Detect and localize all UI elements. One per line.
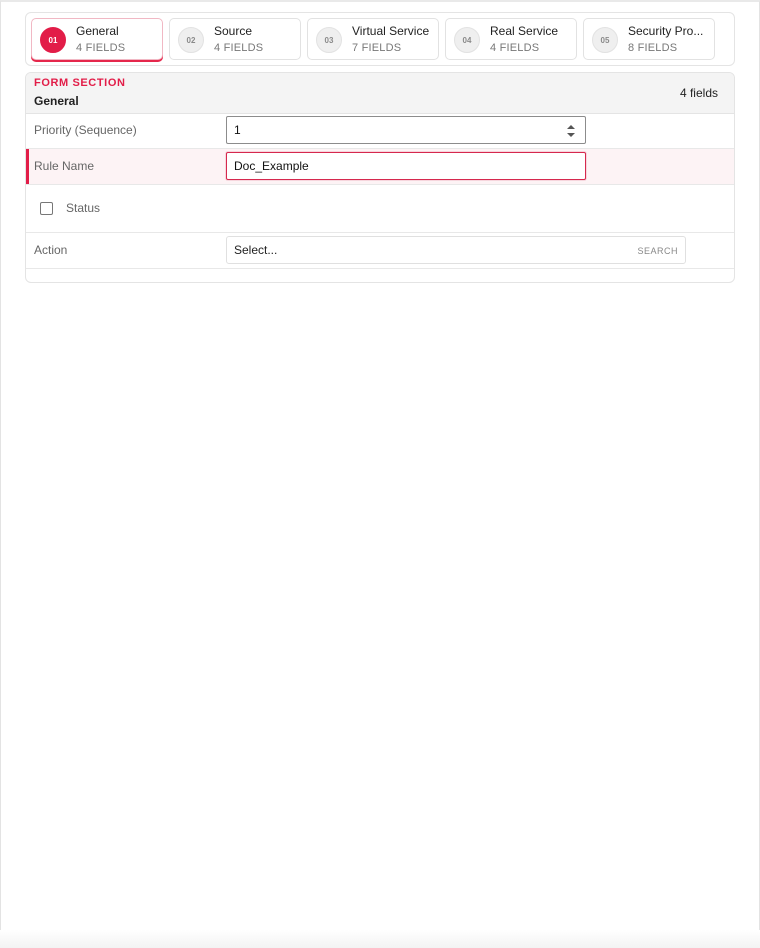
step-tabs: 01 General 4 FIELDS 02 Source 4 FIELDS 0… — [25, 12, 735, 66]
field-row-status: Status — [26, 185, 734, 233]
rule-name-label: Rule Name — [34, 159, 95, 173]
section-field-count: 4 fields — [679, 86, 718, 100]
step-field-count: 4 FIELDS — [214, 42, 264, 54]
step-title: Security Pro... — [628, 24, 704, 38]
field-row-action: Action Select... SEARCH — [26, 233, 734, 269]
step-tab-virtual-service[interactable]: 03 Virtual Service 7 FIELDS — [307, 18, 439, 60]
action-search-hint: SEARCH — [637, 246, 678, 256]
action-label: Action — [34, 243, 68, 257]
action-selected-value: Select... — [234, 243, 278, 257]
step-title: Virtual Service — [352, 24, 430, 38]
step-number: 03 — [316, 27, 342, 53]
status-label: Status — [66, 201, 101, 215]
status-checkbox[interactable] — [40, 202, 53, 215]
priority-number-input[interactable]: 1 — [226, 116, 586, 144]
step-number: 04 — [454, 27, 480, 53]
step-field-count: 4 FIELDS — [76, 42, 126, 54]
step-field-count: 8 FIELDS — [628, 42, 678, 54]
step-tab-source[interactable]: 02 Source 4 FIELDS — [169, 18, 301, 60]
priority-label: Priority (Sequence) — [34, 123, 137, 137]
step-field-count: 7 FIELDS — [352, 42, 402, 54]
rule-name-value: Doc_Example — [234, 159, 309, 173]
step-number: 05 — [592, 27, 618, 53]
step-title: Real Service — [490, 24, 559, 38]
step-tab-general[interactable]: 01 General 4 FIELDS — [31, 18, 163, 60]
priority-value: 1 — [234, 123, 241, 137]
rule-name-input[interactable]: Doc_Example — [226, 152, 586, 180]
step-tab-security-profile[interactable]: 05 Security Pro... 8 FIELDS — [583, 18, 715, 60]
step-tab-real-service[interactable]: 04 Real Service 4 FIELDS — [445, 18, 577, 60]
form-section-general: FORM SECTION General 4 fields Priority (… — [25, 72, 735, 283]
section-header: FORM SECTION General 4 fields — [26, 73, 734, 114]
step-title: General — [76, 24, 119, 38]
step-number: 02 — [178, 27, 204, 53]
step-number: 01 — [40, 27, 66, 53]
step-title: Source — [214, 24, 253, 38]
spinner-arrows-icon[interactable] — [566, 124, 576, 138]
bottom-edge — [0, 930, 760, 948]
action-select[interactable]: Select... SEARCH — [226, 236, 686, 264]
section-title: General — [34, 94, 79, 108]
field-row-rule-name: Rule Name Doc_Example — [26, 149, 734, 185]
section-kicker: FORM SECTION — [34, 77, 126, 89]
step-field-count: 4 FIELDS — [490, 42, 540, 54]
field-row-priority: Priority (Sequence) 1 — [26, 114, 734, 149]
